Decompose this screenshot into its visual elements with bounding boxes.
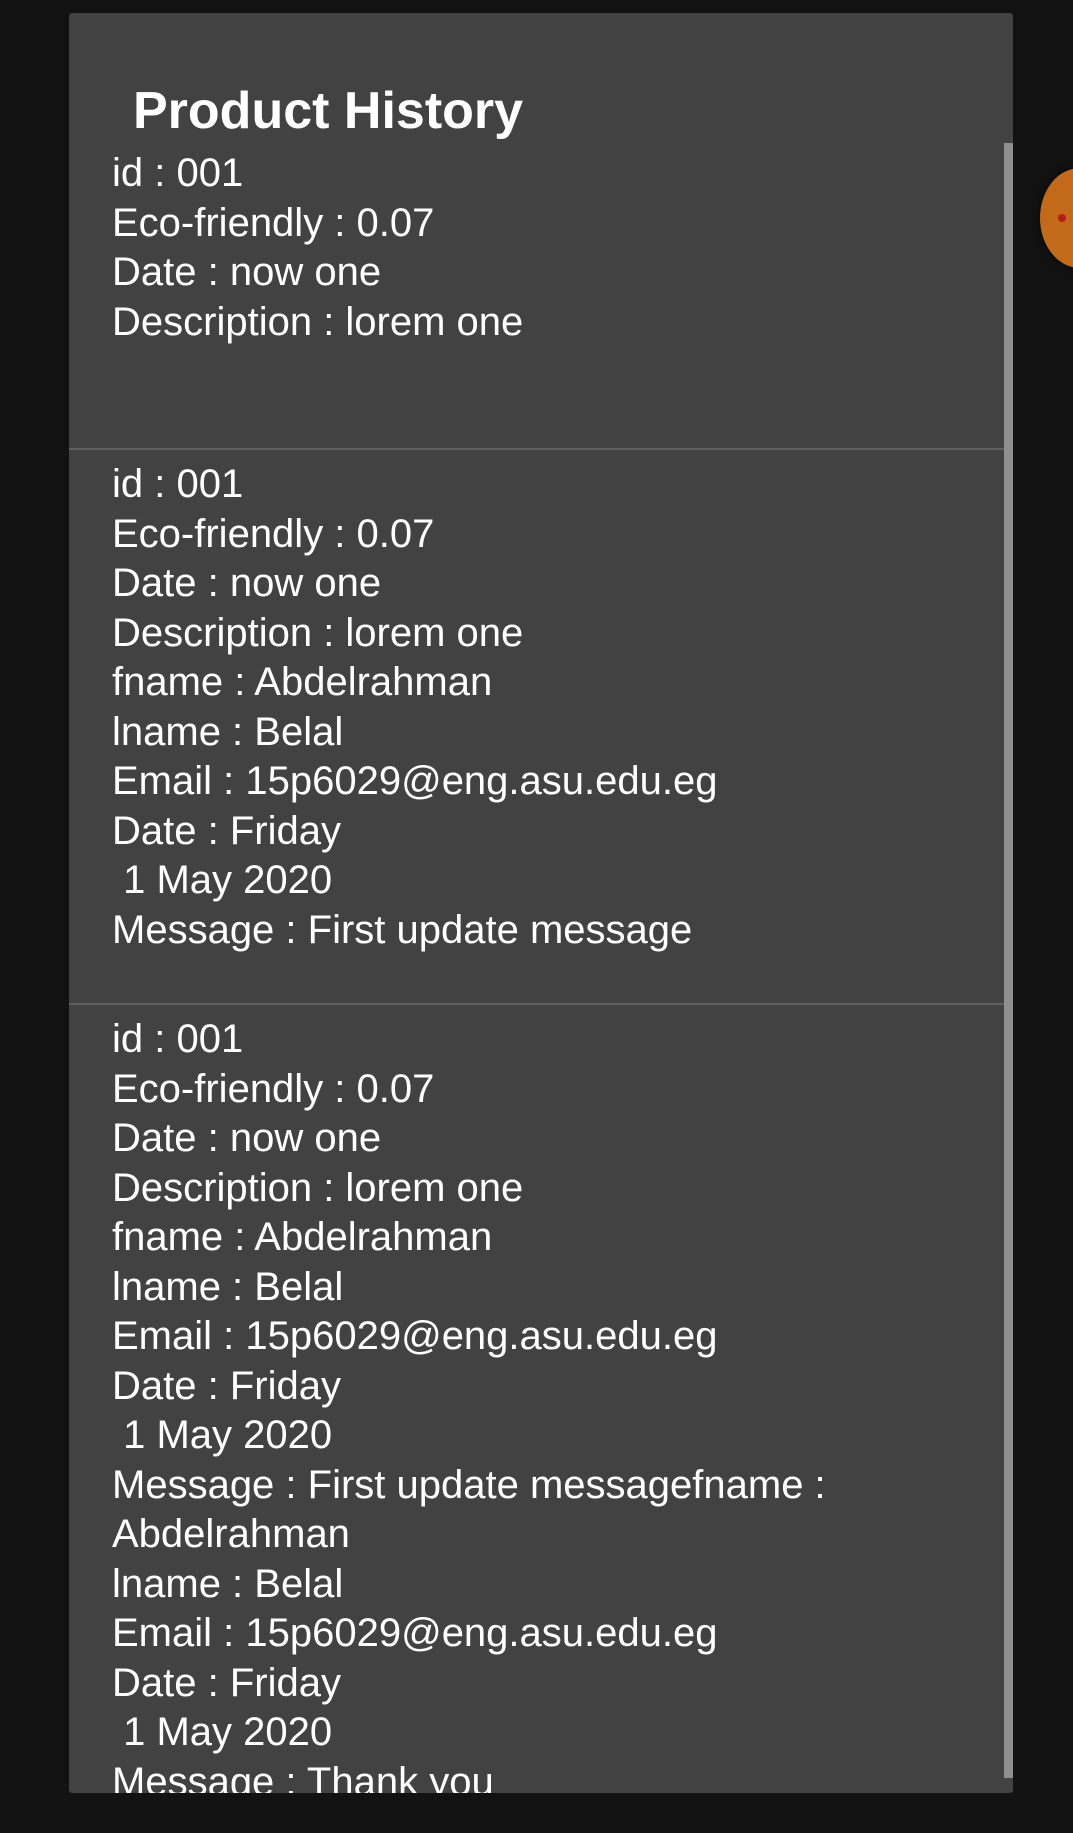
history-item-2[interactable]: id : 001 Eco-friendly : 0.07 Date : now … — [69, 450, 1013, 1003]
background-fab-button[interactable] — [1040, 168, 1073, 268]
scrollbar-thumb[interactable] — [1004, 143, 1013, 1778]
history-list[interactable]: id : 001 Eco-friendly : 0.07 Date : now … — [69, 139, 1013, 1793]
history-item-text: id : 001 Eco-friendly : 0.07 Date : now … — [112, 151, 524, 344]
fab-icon — [1058, 214, 1066, 222]
scrollbar[interactable] — [1004, 143, 1013, 1778]
history-item-text: id : 001 Eco-friendly : 0.07 Date : now … — [112, 1017, 826, 1793]
product-history-dialog: Product History id : 001 Eco-friendly : … — [69, 13, 1013, 1793]
history-item-1[interactable]: id : 001 Eco-friendly : 0.07 Date : now … — [69, 139, 1013, 448]
history-item-text: id : 001 Eco-friendly : 0.07 Date : now … — [112, 462, 718, 952]
history-item-3[interactable]: id : 001 Eco-friendly : 0.07 Date : now … — [69, 1005, 1013, 1793]
